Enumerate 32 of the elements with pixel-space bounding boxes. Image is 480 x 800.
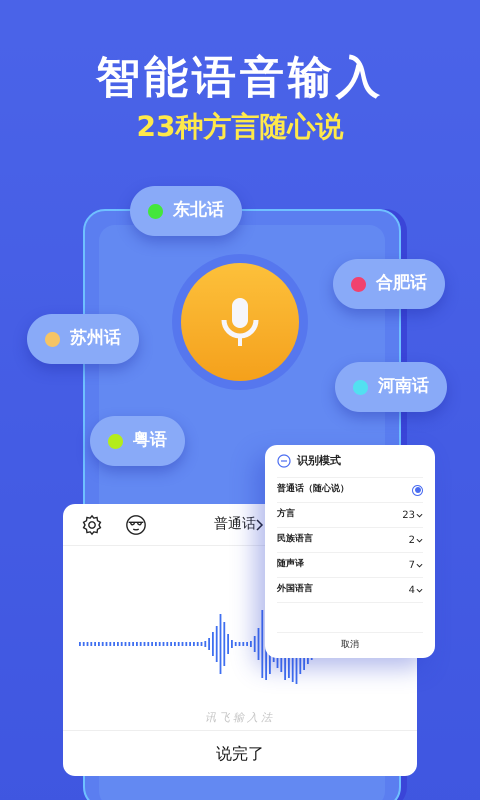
language-selector[interactable]: 普通话	[214, 514, 264, 535]
mode-option[interactable]: 方言 23	[277, 502, 423, 527]
option-count: 23	[402, 508, 415, 522]
microphone-button[interactable]	[181, 263, 299, 381]
microphone-icon	[220, 298, 260, 346]
dialect-label: 河南话	[378, 375, 429, 398]
chevron-icon	[416, 512, 423, 518]
dialect-label: 苏州话	[70, 327, 121, 350]
sunglasses-face-icon[interactable]	[125, 514, 147, 536]
dialect-label: 粤语	[133, 429, 167, 452]
dialect-label: 东北话	[173, 199, 224, 222]
chevron-icon	[416, 586, 423, 594]
chevron-icon	[416, 562, 423, 568]
mode-option[interactable]: 普通话（随心说）	[277, 477, 423, 502]
option-count: 7	[408, 558, 415, 572]
chevron-icon	[416, 536, 423, 544]
option-count: 4	[408, 584, 415, 598]
radio-button[interactable]	[412, 484, 423, 496]
settings-icon[interactable]	[81, 514, 103, 536]
logo-icon	[277, 454, 291, 468]
cancel-button[interactable]: 取消	[277, 632, 423, 658]
option-count: 2	[408, 534, 415, 548]
subtitle: 23种方言随心说	[136, 110, 344, 144]
done-button[interactable]: 说完了	[63, 730, 417, 776]
dialect-label: 合肥话	[376, 272, 427, 296]
headline: 智能语音输入	[96, 51, 384, 105]
brand-caption: 讯飞输入法	[205, 710, 275, 726]
popup-title: 识别模式	[297, 452, 341, 469]
mode-option[interactable]: 随声译 7	[277, 552, 423, 577]
chevron-right-icon	[256, 518, 264, 530]
mode-option[interactable]: 外国语言 4	[277, 577, 423, 602]
mode-option[interactable]: 民族语言 2	[277, 527, 423, 552]
